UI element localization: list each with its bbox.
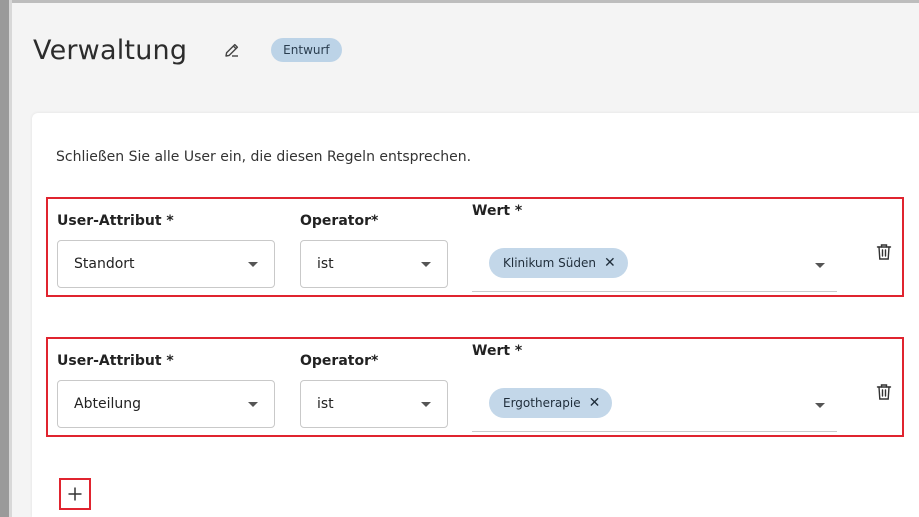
attribute-select-value: Standort [74,256,135,272]
window-frame-left [0,0,9,517]
attribute-select-value: Abteilung [74,396,141,412]
value-chip-label: Klinikum Süden [503,256,596,270]
add-rule-button[interactable] [59,478,91,510]
caret-down-icon[interactable] [815,403,825,408]
page-title: Verwaltung [33,34,188,66]
trash-icon[interactable] [876,243,892,261]
pencil-icon[interactable] [223,41,241,59]
plus-icon [68,487,82,501]
caret-down-icon[interactable] [815,263,825,268]
attribute-label: User-Attribut * [57,353,174,369]
close-icon[interactable]: ✕ [589,396,601,410]
page-header: Verwaltung Entwurf [33,28,342,72]
value-chip: Ergotherapie ✕ [489,388,613,418]
window-frame-top [0,0,919,3]
attribute-label: User-Attribut * [57,213,174,229]
caret-down-icon [248,402,258,407]
operator-select-value: ist [317,396,334,412]
trash-icon[interactable] [876,383,892,401]
value-label: Wert * [472,343,523,359]
intro-text: Schließen Sie alle User ein, die diesen … [56,149,472,165]
operator-label: Operator* [300,353,379,369]
caret-down-icon [421,262,431,267]
value-multiselect[interactable]: Ergotherapie ✕ [472,380,837,432]
caret-down-icon [421,402,431,407]
operator-select[interactable]: ist [300,240,448,288]
caret-down-icon [248,262,258,267]
rule-row: User-Attribut * Operator* Wert * Abteilu… [46,337,904,437]
value-label: Wert * [472,203,523,219]
close-icon[interactable]: ✕ [604,256,616,270]
rule-row: User-Attribut * Operator* Wert * Standor… [46,197,904,297]
status-badge: Entwurf [271,38,342,62]
operator-select-value: ist [317,256,334,272]
rules-card: Schließen Sie alle User ein, die diesen … [32,113,919,517]
operator-select[interactable]: ist [300,380,448,428]
window-frame-left-inner [9,0,12,517]
value-multiselect[interactable]: Klinikum Süden ✕ [472,240,837,292]
attribute-select[interactable]: Standort [57,240,275,288]
value-chip: Klinikum Süden ✕ [489,248,628,278]
value-chip-label: Ergotherapie [503,396,581,410]
attribute-select[interactable]: Abteilung [57,380,275,428]
operator-label: Operator* [300,213,379,229]
